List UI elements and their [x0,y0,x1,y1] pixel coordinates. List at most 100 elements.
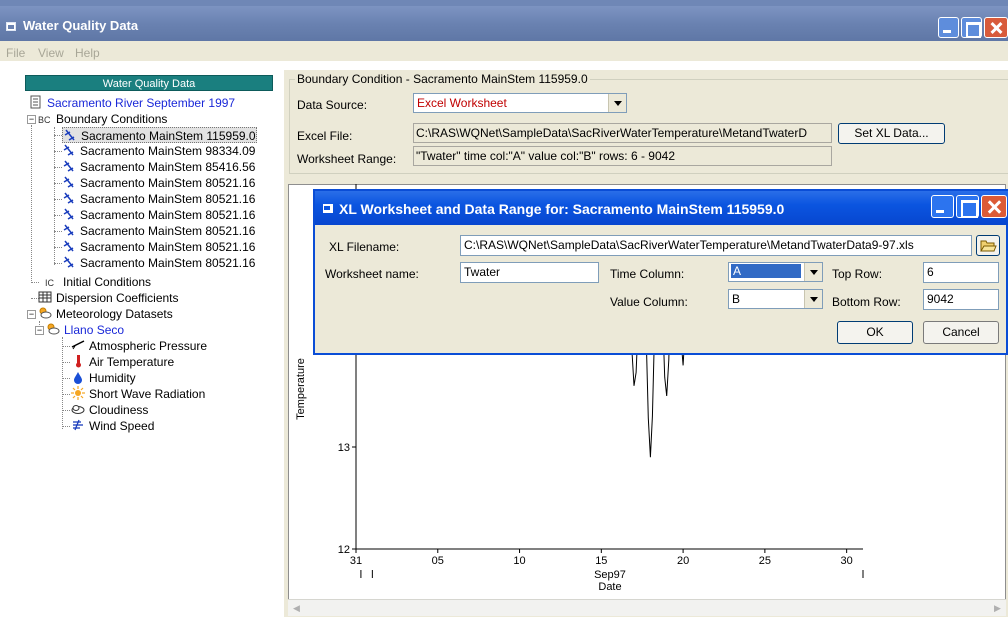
dialog-maximize-button[interactable] [956,195,979,218]
tree-line [31,282,39,283]
boundary-conditions-label: Boundary Conditions [56,112,168,126]
tree-boundary-item-label: Sacramento MainStem 115959.0 [81,129,256,143]
ok-button[interactable]: OK [837,321,913,344]
met-item-label: Wind Speed [89,419,155,433]
data-source-value: Excel Worksheet [417,96,507,110]
tree-dispersion[interactable]: Dispersion Coefficients [38,290,179,306]
menu-bar: File View Help [0,41,1008,61]
tree-boundary-item[interactable]: Sacramento MainStem 80521.16 [62,239,255,255]
met-item-label: Air Temperature [89,355,175,369]
time-column-dropdown[interactable]: A [728,262,823,282]
station-expander[interactable]: − [35,326,44,335]
tree-line [62,362,70,363]
scroll-right-icon[interactable]: ▶ [989,600,1006,616]
tree-boundary-item[interactable]: Sacramento MainStem 115959.0 [62,127,257,143]
tree-boundary-item[interactable]: Sacramento MainStem 98334.09 [62,143,255,159]
dialog-title: XL Worksheet and Data Range for: Sacrame… [339,201,785,217]
tree-met-item[interactable]: Humidity [71,370,136,386]
boundary-flow-icon [62,255,76,269]
menu-file[interactable]: File [6,46,25,60]
tree-line [62,410,70,411]
horizontal-scrollbar[interactable]: ◀ ▶ [288,599,1006,616]
tree-boundary-conditions[interactable]: BC Boundary Conditions [38,111,167,127]
dispersion-label: Dispersion Coefficients [56,291,179,305]
met-expander[interactable]: − [27,310,36,319]
close-button[interactable] [984,17,1008,38]
met-item-label: Humidity [89,371,136,385]
tree-boundary-item[interactable]: Sacramento MainStem 80521.16 [62,255,255,271]
chevron-down-icon[interactable] [608,94,626,112]
top-row-input[interactable]: 6 [923,262,999,283]
met-item-label: Cloudiness [89,403,149,417]
tree-boundary-item-label: Sacramento MainStem 80521.16 [80,224,256,238]
boundary-flow-icon [63,128,77,142]
weather-icon [38,306,52,320]
thermometer-icon [71,354,85,368]
scroll-left-icon[interactable]: ◀ [288,600,305,616]
x-axis-label: Date [598,581,621,593]
worksheet-name-label: Worksheet name: [325,267,419,281]
value-column-dropdown[interactable]: B [728,289,823,309]
folder-open-icon [980,240,997,252]
chevron-down-icon[interactable] [804,263,822,281]
set-xl-data-button[interactable]: Set XL Data... [838,123,945,144]
boundary-condition-group-title: Boundary Condition - Sacramento MainStem… [295,72,590,86]
dialog-minimize-button[interactable] [931,195,954,218]
tree-panel: Water Quality Data Sacramento River Sept… [25,75,273,615]
tree-station[interactable]: Llano Seco [46,322,124,338]
worksheet-name-input[interactable]: Twater [460,262,599,283]
tree-met-datasets[interactable]: Meteorology Datasets [38,306,173,322]
menu-help[interactable]: Help [75,46,100,60]
x-axis-sublabel: Sep97 [594,569,626,581]
menu-view[interactable]: View [38,46,64,60]
maximize-button[interactable] [961,17,982,38]
browse-folder-button[interactable] [976,235,1000,256]
app-icon [6,22,16,31]
tree-boundary-item[interactable]: Sacramento MainStem 80521.16 [62,175,255,191]
boundary-flow-icon [62,159,76,173]
x-tick-label: 10 [513,555,525,567]
tree-boundary-item[interactable]: Sacramento MainStem 85416.56 [62,159,255,175]
tree-met-item[interactable]: Cloudiness [71,402,148,418]
bottom-row-input[interactable]: 9042 [923,289,999,310]
tree-line [54,263,62,264]
boundary-flow-icon [62,207,76,221]
worksheet-range-field: "Twater" time col:"A" value col:"B" rows… [413,146,832,166]
tree-boundary-item-label: Sacramento MainStem 80521.16 [80,176,256,190]
xl-filename-input[interactable]: C:\RAS\WQNet\SampleData\SacRiverWaterTem… [460,235,972,256]
y-tick-label: 13 [338,442,350,454]
data-source-dropdown[interactable]: Excel Worksheet [413,93,627,113]
initial-conditions-label: Initial Conditions [63,275,152,289]
boundary-flow-icon [62,223,76,237]
tree-line [54,231,62,232]
tree-line [54,127,55,265]
time-column-label: Time Column: [610,267,685,281]
tree-met-item[interactable]: Air Temperature [71,354,174,370]
pressure-icon [71,338,85,352]
tree-root[interactable]: Sacramento River September 1997 [29,95,235,111]
tree-met-item[interactable]: Short Wave Radiation [71,386,205,402]
boundary-flow-icon [62,175,76,189]
boundary-flow-icon [62,191,76,205]
dialog-titlebar[interactable]: XL Worksheet and Data Range for: Sacrame… [315,191,1008,225]
worksheet-range-label: Worksheet Range: [297,152,397,166]
tree-boundary-item[interactable]: Sacramento MainStem 80521.16 [62,223,255,239]
x-tick-label: 25 [759,555,771,567]
excel-file-field: C:\RAS\WQNet\SampleData\SacRiverWaterTem… [413,123,832,143]
dialog-close-button[interactable] [981,195,1007,218]
tree-boundary-item[interactable]: Sacramento MainStem 80521.16 [62,207,255,223]
boundary-flow-icon [62,143,76,157]
tree-met-item[interactable]: Wind Speed [71,418,154,434]
tree-boundary-item[interactable]: Sacramento MainStem 80521.16 [62,191,255,207]
tree-initial-conditions[interactable]: IC Initial Conditions [45,274,151,290]
window-titlebar[interactable]: Water Quality Data [0,6,1008,41]
minimize-button[interactable] [938,17,959,38]
tree-boundary-item-label: Sacramento MainStem 80521.16 [80,208,256,222]
tree-met-item[interactable]: Atmospheric Pressure [71,338,207,354]
xl-filename-label: XL Filename: [329,240,400,254]
cancel-button[interactable]: Cancel [923,321,999,344]
chevron-down-icon[interactable] [804,290,822,308]
tree-line [62,346,70,347]
boundary-expander[interactable]: − [27,115,36,124]
top-row-label: Top Row: [832,267,883,281]
